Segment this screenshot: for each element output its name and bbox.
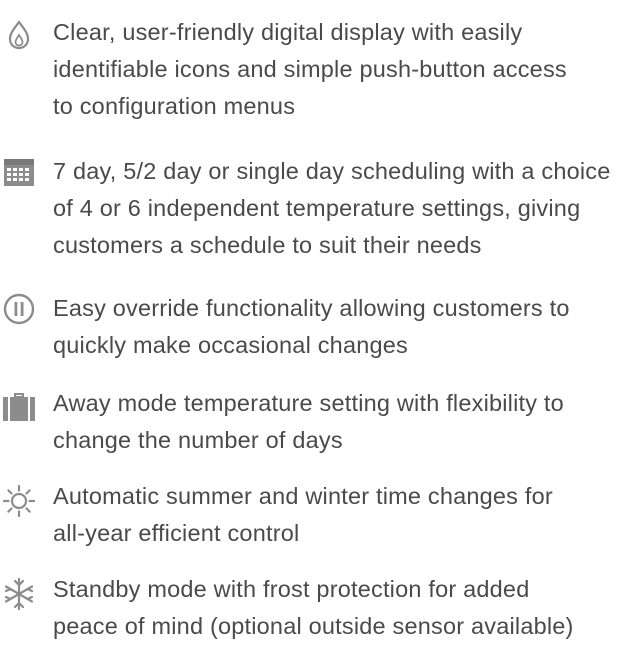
feature-text: Clear, user-friendly digital display wit…: [53, 14, 629, 125]
feature-line: 7 day, 5/2 day or single day scheduling …: [53, 158, 611, 184]
feature-line: customers a schedule to suit their needs: [53, 232, 482, 258]
suitcase-icon: [2, 391, 36, 425]
feature-line: all-year efficient control: [53, 520, 300, 546]
calendar-icon: [2, 155, 36, 189]
feature-text: Automatic summer and winter time changes…: [53, 478, 629, 552]
feature-line: identifiable icons and simple push-butto…: [53, 56, 567, 82]
feature-line: of 4 or 6 independent temperature settin…: [53, 195, 581, 221]
feature-line: Away mode temperature setting with flexi…: [53, 390, 564, 416]
feature-text: Standby mode with frost protection for a…: [53, 571, 629, 645]
feature-text: Easy override functionality allowing cus…: [53, 290, 629, 364]
feature-line: Clear, user-friendly digital display wit…: [53, 19, 523, 45]
feature-line: Easy override functionality allowing cus…: [53, 295, 570, 321]
feature-line: peace of mind (optional outside sensor a…: [53, 613, 574, 639]
feature-list: Clear, user-friendly digital display wit…: [0, 0, 632, 648]
sun-icon: [2, 484, 36, 518]
feature-line: Standby mode with frost protection for a…: [53, 576, 530, 602]
pause-override-icon: [2, 292, 36, 326]
feature-line: change the number of days: [53, 427, 343, 453]
flame-icon: [2, 18, 36, 52]
feature-text: Away mode temperature setting with flexi…: [53, 385, 629, 459]
feature-line: quickly make occasional changes: [53, 332, 408, 358]
snowflake-icon: [2, 577, 36, 611]
feature-line: Automatic summer and winter time changes…: [53, 483, 553, 509]
feature-line: to configuration menus: [53, 93, 296, 119]
feature-text: 7 day, 5/2 day or single day scheduling …: [53, 153, 629, 264]
